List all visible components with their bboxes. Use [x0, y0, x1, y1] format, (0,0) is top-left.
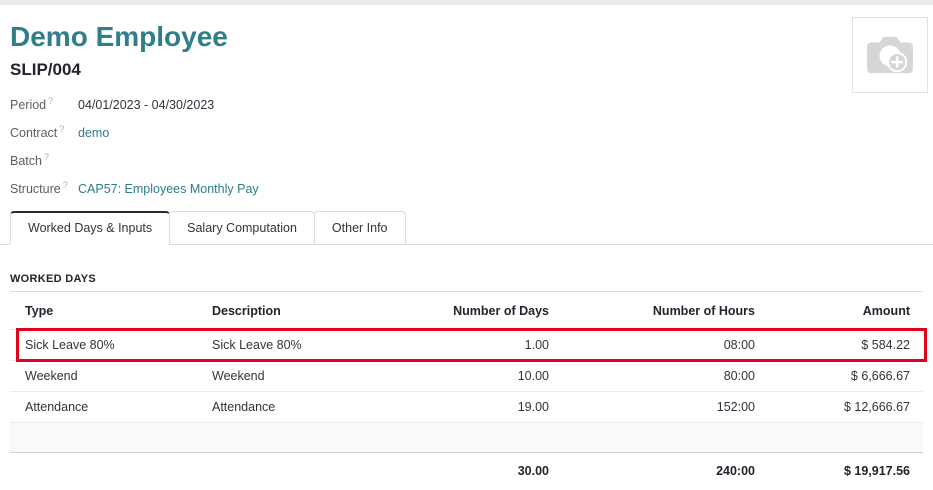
field-row-period: Period? 04/01/2023 - 04/30/2023	[10, 96, 923, 109]
tab-content: WORKED DAYS Type Description Number of D…	[0, 273, 933, 490]
cell-hours[interactable]: 08:00	[549, 330, 755, 361]
empty-cell	[10, 423, 923, 453]
cell-amount[interactable]: $ 6,666.67	[755, 361, 923, 392]
cell-description[interactable]: Attendance	[197, 392, 397, 423]
photo-upload-placeholder[interactable]	[852, 17, 928, 93]
cell-amount[interactable]: $ 12,666.67	[755, 392, 923, 423]
tab-other-info[interactable]: Other Info	[314, 211, 406, 245]
table-row-sick-leave[interactable]: Sick Leave 80% Sick Leave 80% 1.00 08:00…	[10, 330, 923, 361]
cell-type[interactable]: Weekend	[10, 361, 197, 392]
table-totals-row: 30.00 240:00 $ 19,917.56	[10, 453, 923, 490]
field-label-text: Structure	[10, 182, 61, 196]
cell-hours[interactable]: 80:00	[549, 361, 755, 392]
total-days: 30.00	[397, 453, 549, 490]
column-header-type[interactable]: Type	[10, 292, 197, 330]
table-row-attendance[interactable]: Attendance Attendance 19.00 152:00 $ 12,…	[10, 392, 923, 423]
field-label-text: Batch	[10, 154, 42, 168]
field-row-structure: Structure? CAP57: Employees Monthly Pay	[10, 180, 923, 193]
field-row-contract: Contract? demo	[10, 124, 923, 137]
help-question-mark[interactable]: ?	[44, 152, 49, 162]
record-title: Demo Employee	[10, 22, 923, 52]
table-row-weekend[interactable]: Weekend Weekend 10.00 80:00 $ 6,666.67	[10, 361, 923, 392]
structure-link[interactable]: CAP57: Employees Monthly Pay	[78, 182, 259, 196]
help-question-mark[interactable]: ?	[48, 96, 53, 106]
cell-days[interactable]: 19.00	[397, 392, 549, 423]
column-header-number-of-hours[interactable]: Number of Hours	[549, 292, 755, 330]
tab-worked-days-inputs[interactable]: Worked Days & Inputs	[10, 211, 170, 245]
field-label-contract: Contract?	[10, 124, 78, 140]
cell-description[interactable]: Sick Leave 80%	[197, 330, 397, 361]
field-label-period: Period?	[10, 96, 78, 112]
help-question-mark[interactable]: ?	[59, 124, 64, 134]
field-row-batch: Batch?	[10, 152, 923, 165]
total-amount: $ 19,917.56	[755, 453, 923, 490]
cell-type[interactable]: Sick Leave 80%	[10, 330, 197, 361]
field-group: Period? 04/01/2023 - 04/30/2023 Contract…	[10, 96, 923, 193]
field-label-batch: Batch?	[10, 152, 78, 168]
totals-spacer	[10, 453, 197, 490]
notebook-tab-bar: Worked Days & Inputs Salary Computation …	[0, 211, 933, 245]
worked-days-section-title: WORKED DAYS	[10, 273, 923, 292]
cell-type[interactable]: Attendance	[10, 392, 197, 423]
record-subtitle: SLIP/004	[10, 61, 923, 79]
cell-amount[interactable]: $ 584.22	[755, 330, 923, 361]
contract-link[interactable]: demo	[78, 126, 109, 140]
help-question-mark[interactable]: ?	[63, 180, 68, 190]
total-hours: 240:00	[549, 453, 755, 490]
column-header-number-of-days[interactable]: Number of Days	[397, 292, 549, 330]
cell-days[interactable]: 10.00	[397, 361, 549, 392]
column-header-description[interactable]: Description	[197, 292, 397, 330]
totals-spacer	[197, 453, 397, 490]
tab-salary-computation[interactable]: Salary Computation	[169, 211, 315, 245]
cell-days[interactable]: 1.00	[397, 330, 549, 361]
field-label-structure: Structure?	[10, 180, 78, 196]
table-empty-row	[10, 423, 923, 453]
field-label-text: Period	[10, 98, 46, 112]
camera-plus-icon	[865, 33, 915, 78]
period-value[interactable]: 04/01/2023 - 04/30/2023	[78, 98, 214, 112]
worked-days-table-wrap: Type Description Number of Days Number o…	[10, 292, 923, 490]
cell-hours[interactable]: 152:00	[549, 392, 755, 423]
column-header-amount[interactable]: Amount	[755, 292, 923, 330]
worked-days-table: Type Description Number of Days Number o…	[10, 292, 923, 490]
payslip-form-sheet: Demo Employee SLIP/004 Period? 04/01/202…	[0, 5, 933, 193]
cell-description[interactable]: Weekend	[197, 361, 397, 392]
table-header-row: Type Description Number of Days Number o…	[10, 292, 923, 330]
field-label-text: Contract	[10, 126, 57, 140]
